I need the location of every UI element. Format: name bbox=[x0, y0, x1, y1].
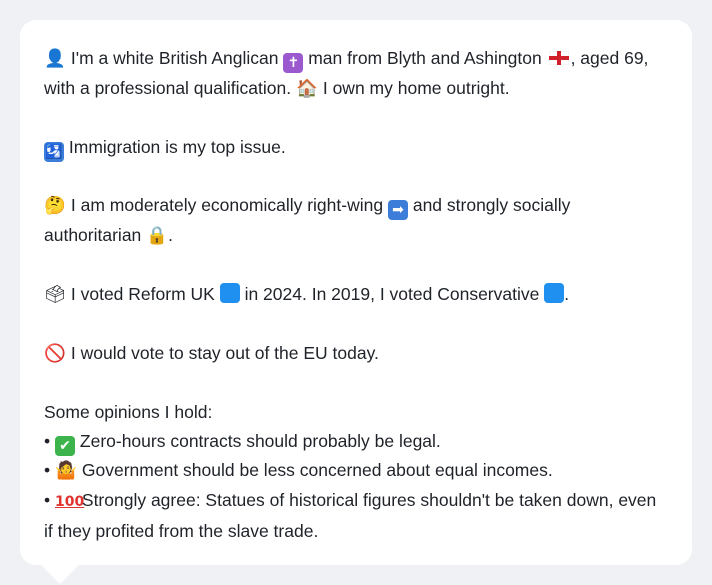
opinion-text: Strongly agree: Statues of historical fi… bbox=[44, 490, 657, 541]
reform-blue-square-icon bbox=[219, 283, 240, 303]
bullet: • bbox=[44, 431, 51, 451]
top-issue-paragraph: 🛂 Immigration is my top issue. bbox=[44, 133, 668, 162]
voting-period: . bbox=[564, 284, 570, 304]
opinions-heading: Some opinions I hold: bbox=[44, 402, 213, 422]
opinions-list: • ✔ Zero-hours contracts should probably… bbox=[44, 427, 668, 546]
list-item: • 100 Strongly agree: Statues of histori… bbox=[44, 486, 668, 546]
speech-bubble-tail bbox=[40, 564, 80, 584]
latin-cross-icon: ✝ bbox=[283, 53, 304, 73]
opinion-text: Government should be less concerned abou… bbox=[81, 460, 553, 480]
ideology-period: . bbox=[168, 225, 174, 245]
vote-2019-text: in 2024. In 2019, I voted Conservative bbox=[244, 284, 540, 304]
list-item: • ✔ Zero-hours contracts should probably… bbox=[44, 427, 668, 456]
ideology-paragraph: 🤔 I am moderately economically right-win… bbox=[44, 191, 668, 251]
economic-position-text: I am moderately economically right-wing bbox=[70, 195, 384, 215]
home-ownership-text: I own my home outright. bbox=[322, 78, 510, 98]
eu-stance-text: I would vote to stay out of the EU today… bbox=[70, 343, 379, 363]
hundred-points-icon: 100 bbox=[55, 494, 85, 510]
identity-paragraph: 👤 I'm a white British Anglican ✝ man fro… bbox=[44, 44, 668, 104]
list-item: • 🤷 Government should be less concerned … bbox=[44, 456, 668, 486]
voting-history-paragraph: 🗳 I voted Reform UK in 2024. In 2019, I … bbox=[44, 280, 668, 310]
profile-card: 👤 I'm a white British Anglican ✝ man fro… bbox=[20, 20, 692, 565]
check-mark-icon: ✔ bbox=[55, 436, 76, 456]
eu-paragraph: 🚫 I would vote to stay out of the EU tod… bbox=[44, 339, 668, 369]
person-icon: 👤 bbox=[44, 49, 66, 69]
ballot-box-icon: 🗳 bbox=[44, 285, 67, 305]
passport-control-icon: 🛂 bbox=[44, 142, 64, 162]
right-arrow-icon: ➡ bbox=[387, 200, 408, 220]
bullet: • bbox=[44, 460, 51, 480]
padlock-icon: 🔒 bbox=[146, 226, 169, 246]
thinking-face-icon: 🤔 bbox=[44, 196, 66, 216]
prohibited-icon: 🚫 bbox=[44, 344, 66, 364]
identity-text: I'm a white British Anglican bbox=[70, 48, 279, 68]
shrugging-person-icon: 🤷 bbox=[55, 461, 77, 481]
england-flag-icon bbox=[547, 45, 571, 74]
opinion-text: Zero-hours contracts should probably be … bbox=[79, 431, 441, 451]
bullet: • bbox=[44, 490, 51, 510]
house-icon: 🏠 bbox=[296, 79, 318, 99]
top-issue-text: Immigration is my top issue. bbox=[68, 137, 286, 157]
conservative-blue-square-icon bbox=[544, 283, 565, 303]
location-text: man from Blyth and Ashington bbox=[308, 48, 542, 68]
vote-2024-text: I voted Reform UK bbox=[70, 284, 215, 304]
